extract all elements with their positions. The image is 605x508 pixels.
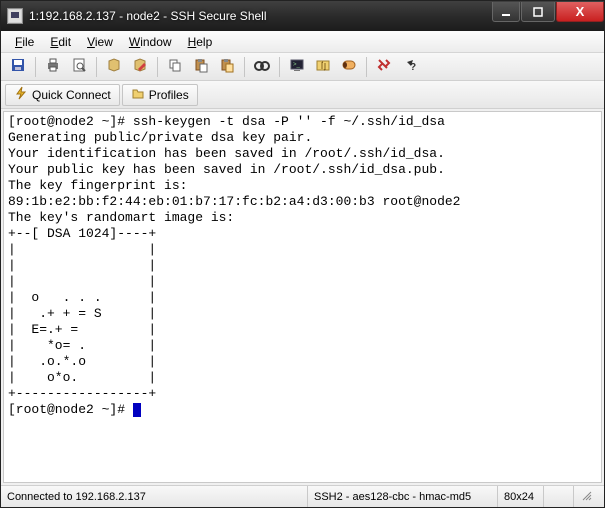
quick-connect-button[interactable]: Quick Connect (5, 84, 120, 106)
toolbar: >_ ? (1, 53, 604, 81)
quickbar: Quick Connect Profiles (1, 81, 604, 109)
svg-text:>_: >_ (293, 62, 301, 68)
paste-selection-button[interactable] (216, 56, 238, 78)
paste-button[interactable] (190, 56, 212, 78)
print-button[interactable] (42, 56, 64, 78)
tunnel-button[interactable] (338, 56, 360, 78)
window-controls: X (491, 1, 604, 31)
svg-text:?: ? (410, 62, 416, 73)
statusbar: Connected to 192.168.2.137 SSH2 - aes128… (1, 485, 604, 507)
print-preview-icon (71, 57, 87, 76)
toolbar-separator (366, 57, 367, 77)
print-icon (45, 57, 61, 76)
toolbar-separator (35, 57, 36, 77)
menu-file[interactable]: File (9, 33, 40, 51)
status-cipher: SSH2 - aes128-cbc - hmac-md5 (308, 486, 498, 507)
toolbar-separator (96, 57, 97, 77)
find-button[interactable] (251, 56, 273, 78)
menu-view[interactable]: View (81, 33, 119, 51)
save-button[interactable] (7, 56, 29, 78)
paste-icon (193, 57, 209, 76)
disconnect-icon (376, 57, 392, 76)
menu-window[interactable]: Window (123, 33, 178, 51)
terminal-icon: >_ (289, 57, 305, 76)
menu-help[interactable]: Help (182, 33, 219, 51)
menubar: File Edit View Window Help (1, 31, 604, 53)
terminal-container: [root@node2 ~]# ssh-keygen -t dsa -P '' … (1, 109, 604, 485)
status-caps (544, 486, 574, 507)
status-connection: Connected to 192.168.2.137 (1, 486, 308, 507)
app-window: 1:192.168.2.137 - node2 - SSH Secure She… (0, 0, 605, 508)
copy-icon (167, 57, 183, 76)
minimize-button[interactable] (492, 2, 520, 22)
folder-icon (131, 86, 145, 103)
lightning-icon (14, 86, 28, 103)
status-num (574, 486, 604, 507)
print-preview-button[interactable] (68, 56, 90, 78)
find-icon (254, 57, 270, 76)
close-button[interactable]: X (556, 2, 604, 22)
terminal[interactable]: [root@node2 ~]# ssh-keygen -t dsa -P '' … (3, 111, 602, 483)
quick-connect-label: Quick Connect (32, 88, 111, 102)
help-button[interactable]: ? (399, 56, 421, 78)
save-icon (10, 57, 26, 76)
profile-icon (106, 57, 122, 76)
toolbar-separator (279, 57, 280, 77)
filetransfer-icon (315, 57, 331, 76)
help-icon: ? (402, 57, 418, 76)
window-title: 1:192.168.2.137 - node2 - SSH Secure She… (29, 9, 491, 23)
profiles-button[interactable]: Profiles (122, 84, 198, 106)
edit-profile-button[interactable] (129, 56, 151, 78)
disconnect-button[interactable] (373, 56, 395, 78)
new-filetransfer-button[interactable] (312, 56, 334, 78)
paste-selection-icon (219, 57, 235, 76)
tunnel-icon (341, 57, 357, 76)
edit-profile-icon (132, 57, 148, 76)
menu-edit[interactable]: Edit (44, 33, 77, 51)
status-size: 80x24 (498, 486, 544, 507)
grip-icon (580, 489, 592, 504)
maximize-button[interactable] (521, 2, 555, 22)
copy-button[interactable] (164, 56, 186, 78)
toolbar-separator (157, 57, 158, 77)
titlebar[interactable]: 1:192.168.2.137 - node2 - SSH Secure She… (1, 1, 604, 31)
cursor (133, 403, 141, 417)
new-terminal-button[interactable]: >_ (286, 56, 308, 78)
app-icon (7, 8, 23, 24)
new-profile-button[interactable] (103, 56, 125, 78)
toolbar-separator (244, 57, 245, 77)
profiles-label: Profiles (149, 88, 189, 102)
